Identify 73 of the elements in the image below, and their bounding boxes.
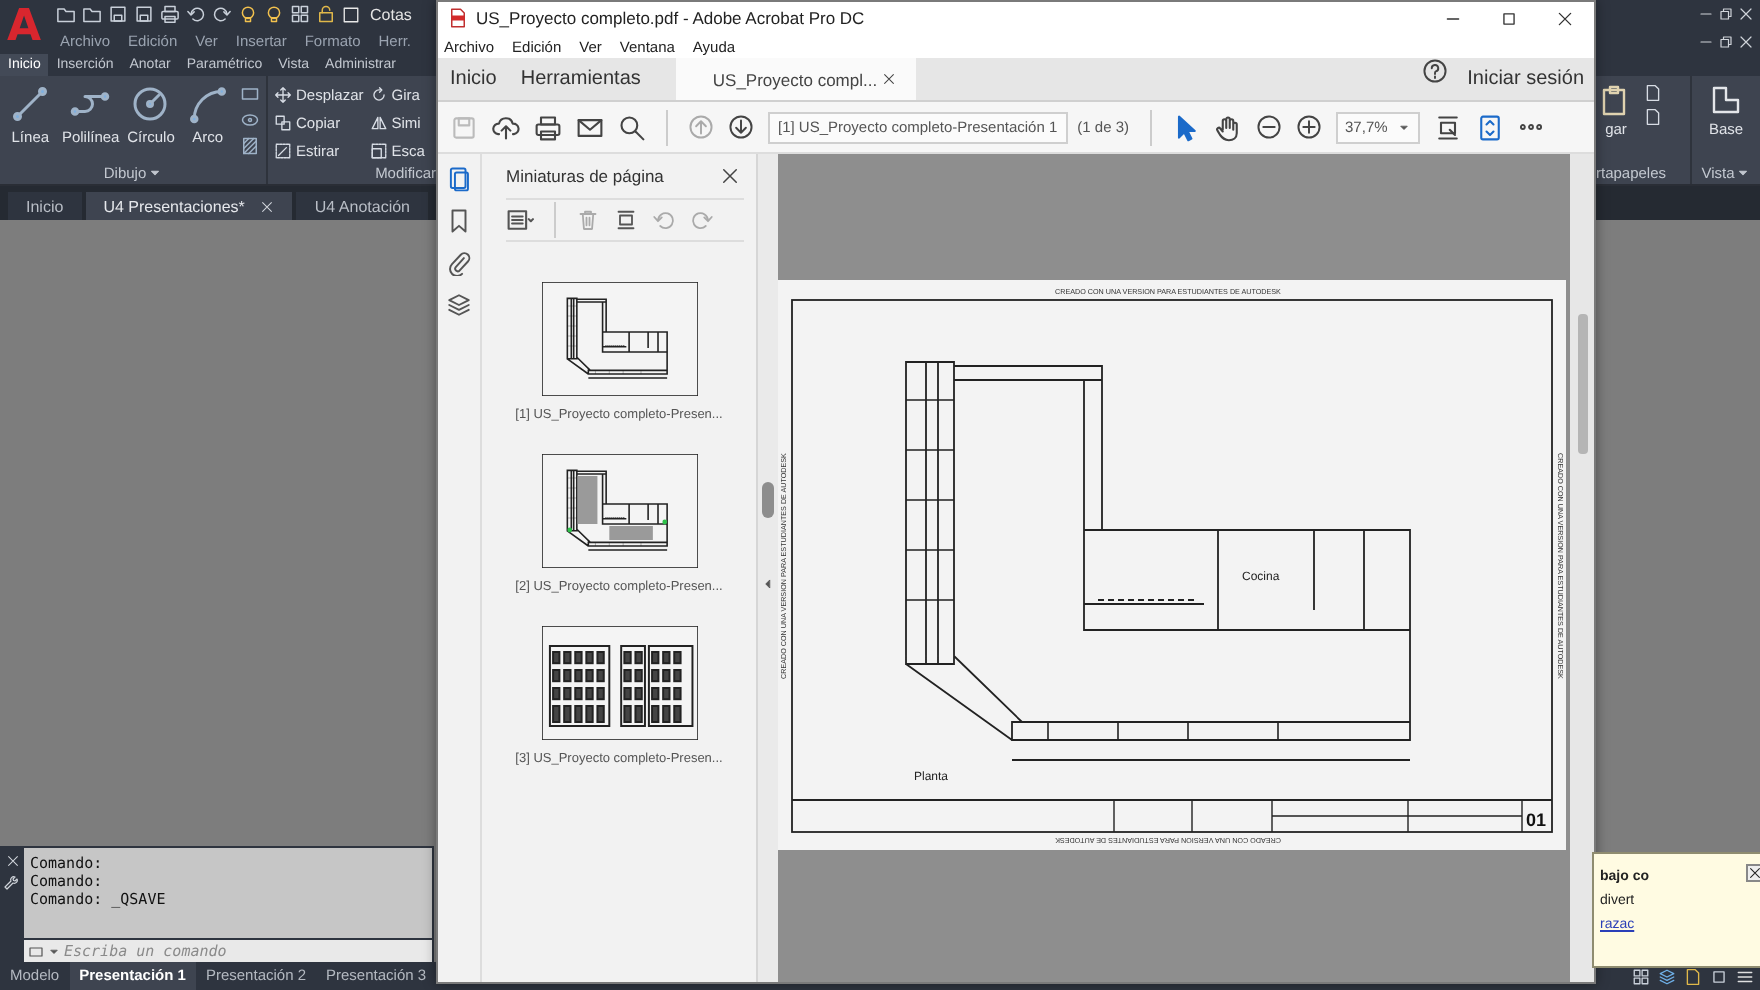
file-tab[interactable]: Inicio [8, 192, 82, 220]
prompt-icon[interactable] [28, 943, 44, 959]
caret-icon[interactable] [1736, 166, 1751, 180]
undo-icon[interactable] [186, 4, 206, 24]
circle-icon [130, 84, 171, 124]
hand-icon[interactable] [1213, 113, 1242, 141]
sign-in-link[interactable]: Iniciar sesión [1447, 58, 1594, 100]
next-page-icon[interactable] [728, 114, 754, 140]
window-title: US_Proyecto completo.pdf - Adobe Acrobat Pro DC [476, 8, 865, 28]
zoom-out-icon[interactable] [1255, 114, 1282, 140]
base-view-icon [1710, 84, 1742, 116]
copy-icon [274, 114, 292, 132]
pdf-file-icon [448, 8, 468, 28]
zoom-in-icon[interactable] [1295, 114, 1322, 140]
fit-page-icon[interactable] [1433, 113, 1462, 141]
eye-icon[interactable] [239, 110, 260, 130]
sheet-number: 01 [1526, 810, 1547, 830]
mirror-icon [369, 114, 388, 132]
page-view-icon[interactable] [1475, 113, 1504, 141]
restore-icon[interactable] [1718, 6, 1734, 22]
document-tab[interactable]: US_Proyecto compl... [676, 58, 917, 100]
grid-icon[interactable] [1632, 967, 1650, 985]
bulb-icon[interactable] [238, 4, 258, 24]
caret-icon[interactable] [148, 166, 163, 180]
file-tab[interactable]: U4 Anotación [296, 192, 428, 220]
options-icon[interactable] [506, 206, 534, 234]
layer-name[interactable]: Cotas [370, 5, 412, 23]
stretch-icon [274, 142, 292, 160]
collapse-arrow-icon[interactable] [762, 578, 774, 590]
panel-title: Miniaturas de página [506, 166, 664, 186]
menu-icon[interactable] [1736, 967, 1754, 985]
scrollbar-thumb[interactable] [1577, 314, 1587, 454]
mail-icon[interactable] [576, 113, 604, 141]
redo-icon[interactable] [212, 4, 232, 24]
scale-icon [369, 142, 388, 160]
print-icon[interactable] [160, 4, 180, 24]
nav-tab[interactable]: Herramientas [508, 58, 653, 100]
bookmark-icon[interactable] [446, 208, 472, 234]
file-tab[interactable]: U4 Presentaciones* [85, 192, 293, 220]
caret-icon [1397, 121, 1410, 133]
rectangle-icon[interactable] [239, 84, 260, 104]
page-thumbnail[interactable] [541, 454, 697, 568]
grid-icon[interactable] [290, 4, 310, 24]
paperclip-icon[interactable] [446, 250, 472, 276]
rotate-icon [369, 86, 388, 104]
maximize-icon[interactable] [1500, 9, 1518, 27]
lock-icon[interactable] [316, 4, 336, 24]
open-icon[interactable] [82, 4, 102, 24]
screen-icon[interactable] [1710, 967, 1728, 985]
print-icon[interactable] [534, 113, 562, 141]
page-thumbnail[interactable] [541, 626, 697, 740]
restore-icon[interactable] [1718, 33, 1734, 49]
save-icon[interactable] [108, 4, 128, 24]
line-icon [10, 84, 51, 124]
search-icon[interactable] [618, 113, 646, 141]
wrench-icon[interactable] [4, 876, 20, 892]
layers-icon[interactable] [446, 292, 472, 318]
close-icon[interactable] [1746, 864, 1760, 882]
close-icon[interactable] [1556, 9, 1574, 27]
caret-icon[interactable] [48, 945, 60, 957]
extract-icon[interactable] [614, 208, 638, 232]
close-icon[interactable] [882, 72, 897, 86]
layer-icon[interactable] [342, 5, 360, 23]
move-arrows-icon [274, 86, 292, 104]
arc-icon [187, 84, 228, 124]
upload-icon[interactable] [492, 113, 520, 141]
page-thumbnail[interactable] [541, 282, 697, 396]
page-thumbnails-icon[interactable] [446, 166, 472, 192]
splitter-handle[interactable] [762, 482, 774, 518]
nav-tab[interactable]: Inicio [438, 58, 509, 100]
help-icon[interactable] [1421, 58, 1448, 84]
close-icon[interactable] [720, 166, 740, 186]
hatch-icon[interactable] [239, 136, 260, 156]
